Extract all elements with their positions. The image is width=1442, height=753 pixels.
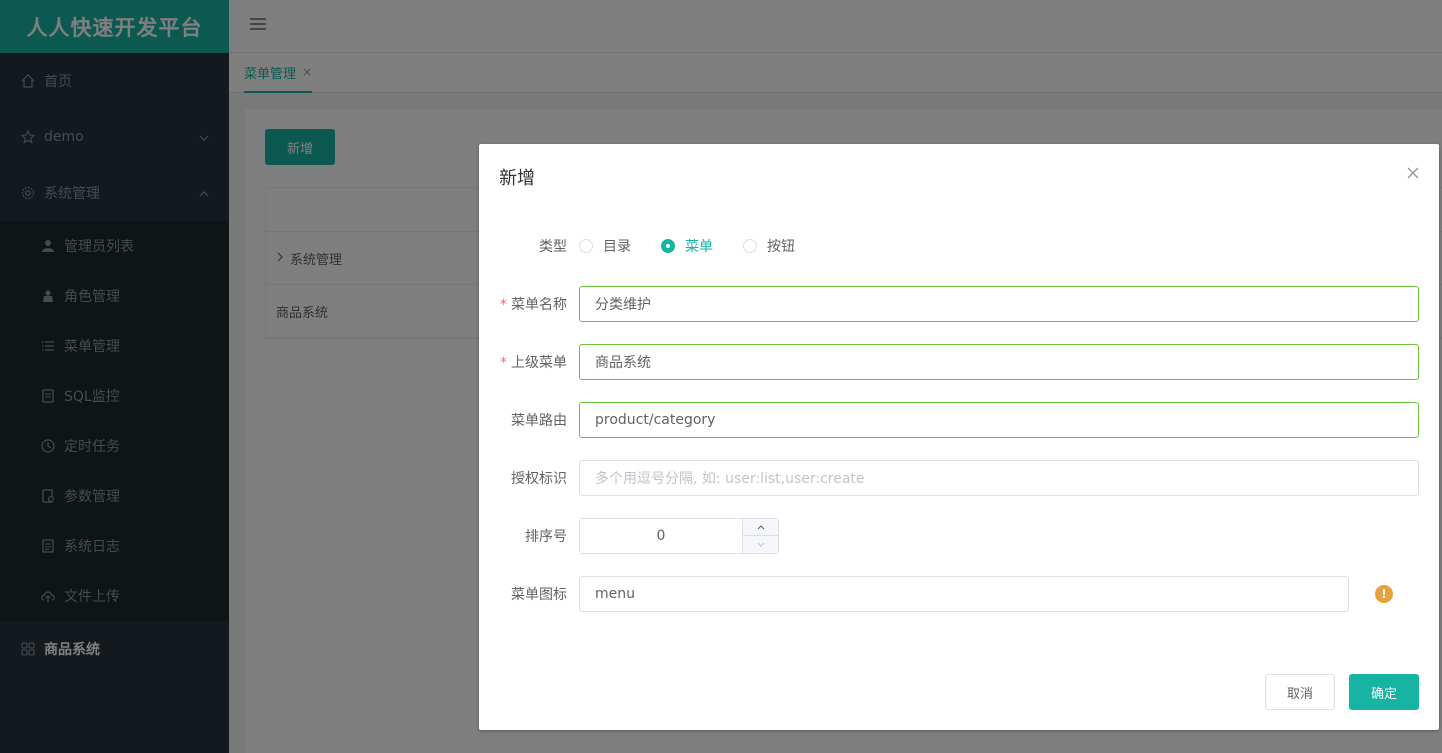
radio-menu[interactable]: 菜单 [661, 236, 713, 256]
type-row: 类型 目录 菜单 按钮 [479, 228, 1439, 264]
menu-icon-input[interactable]: menu [579, 576, 1349, 612]
perm-label: 授权标识 [511, 471, 567, 487]
chevron-up-icon[interactable] [743, 519, 778, 536]
radio-label: 菜单 [685, 239, 713, 255]
order-row: 排序号 0 [479, 518, 1439, 554]
perm-row: 授权标识 多个用逗号分隔, 如: user:list,user:create [479, 460, 1439, 496]
type-radio-group: 目录 菜单 按钮 [579, 236, 825, 256]
close-icon[interactable] [1407, 164, 1419, 183]
name-row: * 菜单名称 分类维护 [479, 286, 1439, 322]
perm-input[interactable]: 多个用逗号分隔, 如: user:list,user:create [579, 460, 1419, 496]
radio-directory[interactable]: 目录 [579, 236, 631, 256]
name-label: * 菜单名称 [500, 297, 567, 313]
radio-circle[interactable] [579, 239, 593, 253]
parent-menu-input[interactable]: 商品系统 [579, 344, 1419, 380]
parent-row: * 上级菜单 商品系统 [479, 344, 1439, 380]
parent-label: * 上级菜单 [500, 355, 567, 371]
confirm-button[interactable]: 确定 [1349, 674, 1419, 710]
order-label: 排序号 [525, 529, 567, 545]
radio-circle[interactable] [661, 239, 675, 253]
chevron-down-icon[interactable] [743, 536, 778, 553]
icon-row: 菜单图标 menu ! [479, 576, 1439, 612]
radio-label: 目录 [603, 239, 631, 255]
cancel-button[interactable]: 取消 [1265, 674, 1335, 710]
icon-label: 菜单图标 [511, 587, 567, 603]
type-label: 类型 [539, 239, 567, 255]
radio-circle[interactable] [743, 239, 757, 253]
warning-icon[interactable]: ! [1375, 585, 1393, 603]
radio-button[interactable]: 按钮 [743, 236, 795, 256]
route-row: 菜单路由 product/category [479, 402, 1439, 438]
add-menu-dialog: 新增 类型 目录 菜单 按钮 * 菜单名称 分类维护 * 上级菜单 商品系统 菜… [479, 144, 1439, 730]
menu-name-input[interactable]: 分类维护 [579, 286, 1419, 322]
order-stepper[interactable]: 0 [579, 518, 779, 554]
dialog-title: 新增 [499, 168, 535, 189]
radio-label: 按钮 [767, 239, 795, 255]
menu-route-input[interactable]: product/category [579, 402, 1419, 438]
stepper-controls [742, 519, 778, 553]
route-label: 菜单路由 [511, 413, 567, 429]
